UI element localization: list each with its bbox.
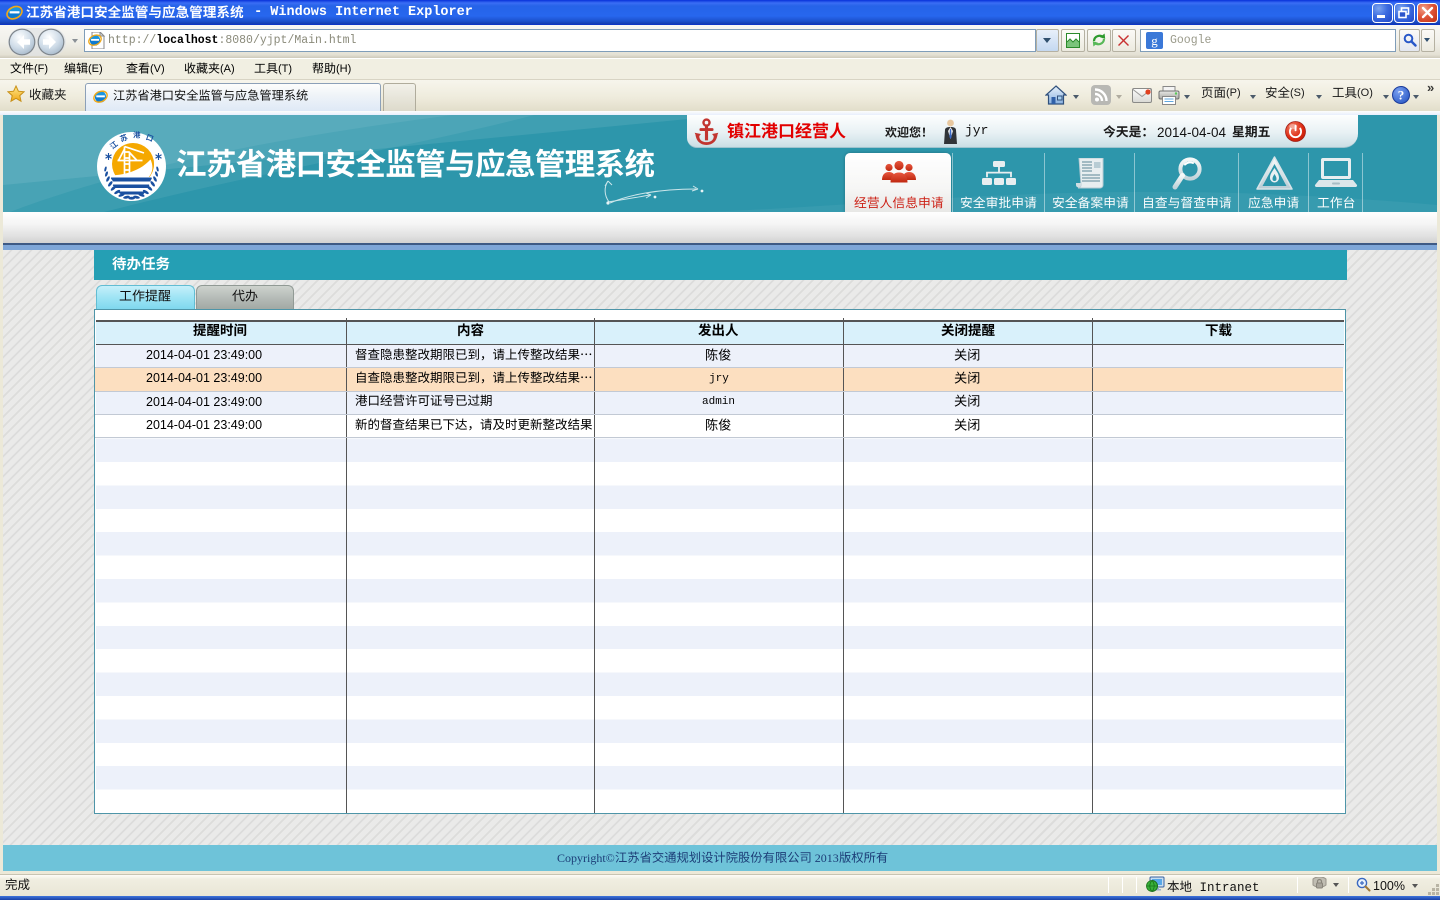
- svg-text:g: g: [1151, 33, 1158, 48]
- svg-text:?: ?: [1398, 88, 1405, 103]
